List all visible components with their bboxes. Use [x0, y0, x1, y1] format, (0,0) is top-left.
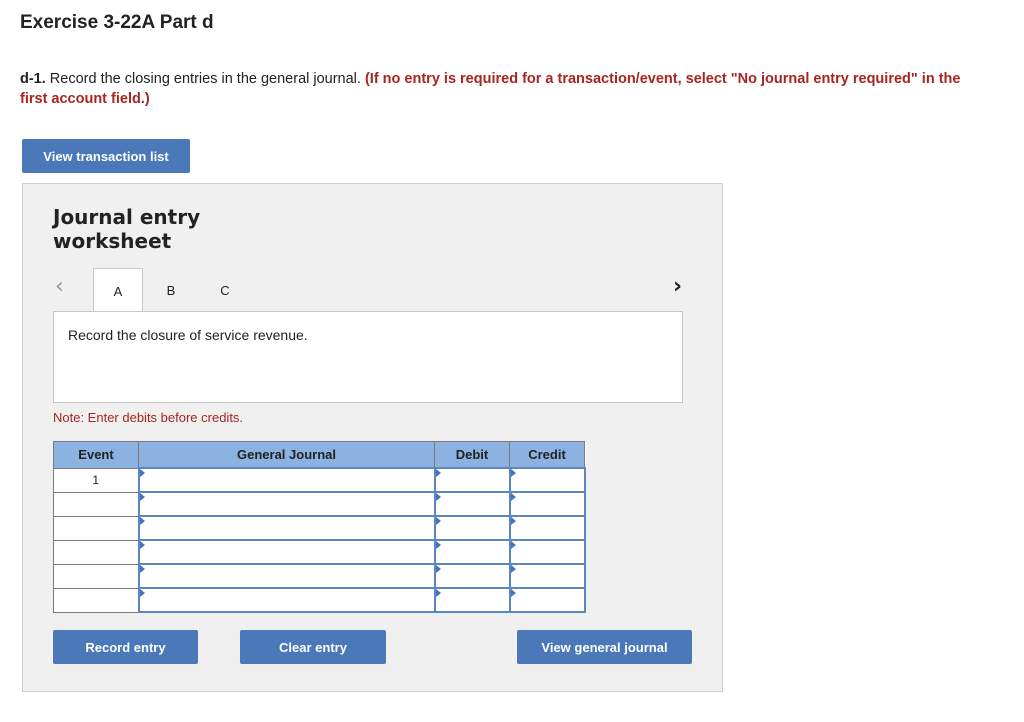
account-input[interactable] — [137, 563, 436, 589]
transaction-description-box: Record the closure of service revenue. — [53, 311, 683, 403]
table-row — [53, 539, 586, 565]
journal-entry-worksheet-panel: Journal entry worksheet ‹ A B C › Record… — [22, 183, 723, 692]
dropdown-marker-icon — [435, 541, 441, 549]
event-cell — [53, 515, 139, 541]
dropdown-marker-icon — [435, 517, 441, 525]
clear-entry-button[interactable]: Clear entry — [240, 630, 386, 664]
debit-input[interactable] — [433, 563, 511, 589]
tab-b[interactable]: B — [147, 268, 195, 312]
tab-c[interactable]: C — [201, 268, 249, 312]
tab-a[interactable]: A — [93, 268, 143, 313]
dropdown-marker-icon — [510, 517, 516, 525]
debit-header: Debit — [434, 441, 510, 469]
debit-input[interactable] — [433, 587, 511, 613]
note-text: Note: Enter debits before credits. — [53, 410, 244, 425]
table-row — [53, 491, 586, 517]
table-row — [53, 563, 586, 589]
debit-input[interactable] — [433, 539, 511, 565]
page-title: Exercise 3-22A Part d — [20, 12, 214, 33]
record-entry-button[interactable]: Record entry — [53, 630, 198, 664]
dropdown-marker-icon — [139, 541, 145, 549]
event-cell — [53, 587, 139, 613]
credit-input[interactable] — [508, 467, 586, 493]
table-row — [53, 587, 586, 613]
instructions: d-1. Record the closing entries in the g… — [20, 69, 980, 109]
dropdown-marker-icon — [435, 469, 441, 477]
dropdown-marker-icon — [139, 469, 145, 477]
dropdown-marker-icon — [435, 565, 441, 573]
debit-input[interactable] — [433, 467, 511, 493]
dropdown-marker-icon — [139, 589, 145, 597]
account-input[interactable] — [137, 515, 436, 541]
account-input[interactable] — [137, 467, 436, 493]
event-cell — [53, 491, 139, 517]
dropdown-marker-icon — [435, 589, 441, 597]
debit-input[interactable] — [433, 491, 511, 517]
chevron-left-icon[interactable]: ‹ — [55, 274, 64, 299]
dropdown-marker-icon — [139, 493, 145, 501]
credit-input[interactable] — [508, 587, 586, 613]
event-cell: 1 — [53, 467, 139, 493]
table-row — [53, 515, 586, 541]
instruction-text: Record the closing entries in the genera… — [45, 71, 365, 87]
credit-header: Credit — [509, 441, 585, 469]
account-input[interactable] — [137, 587, 436, 613]
dropdown-marker-icon — [139, 565, 145, 573]
account-input[interactable] — [137, 491, 436, 517]
transaction-description: Record the closure of service revenue. — [68, 327, 308, 343]
credit-input[interactable] — [508, 515, 586, 541]
general-journal-header: General Journal — [138, 441, 435, 469]
dropdown-marker-icon — [510, 589, 516, 597]
dropdown-marker-icon — [435, 493, 441, 501]
dropdown-marker-icon — [510, 541, 516, 549]
dropdown-marker-icon — [139, 517, 145, 525]
worksheet-title-line1: Journal entry — [53, 205, 201, 229]
dropdown-marker-icon — [510, 493, 516, 501]
credit-input[interactable] — [508, 491, 586, 517]
general-journal-table: Event General Journal Debit Credit 1 — [53, 441, 586, 613]
worksheet-title: Journal entry worksheet — [53, 205, 200, 253]
credit-input[interactable] — [508, 563, 586, 589]
table-row: 1 — [53, 467, 586, 493]
view-transaction-list-button[interactable]: View transaction list — [22, 139, 190, 173]
dropdown-marker-icon — [510, 565, 516, 573]
account-input[interactable] — [137, 539, 436, 565]
worksheet-title-line2: worksheet — [53, 229, 172, 253]
table-header-row: Event General Journal Debit Credit — [53, 441, 585, 469]
debit-input[interactable] — [433, 515, 511, 541]
event-header: Event — [53, 441, 139, 469]
instruction-label: d-1. — [20, 71, 46, 87]
chevron-right-icon[interactable]: › — [673, 274, 682, 299]
event-cell — [53, 539, 139, 565]
view-general-journal-button[interactable]: View general journal — [517, 630, 692, 664]
event-cell — [53, 563, 139, 589]
credit-input[interactable] — [508, 539, 586, 565]
dropdown-marker-icon — [510, 469, 516, 477]
